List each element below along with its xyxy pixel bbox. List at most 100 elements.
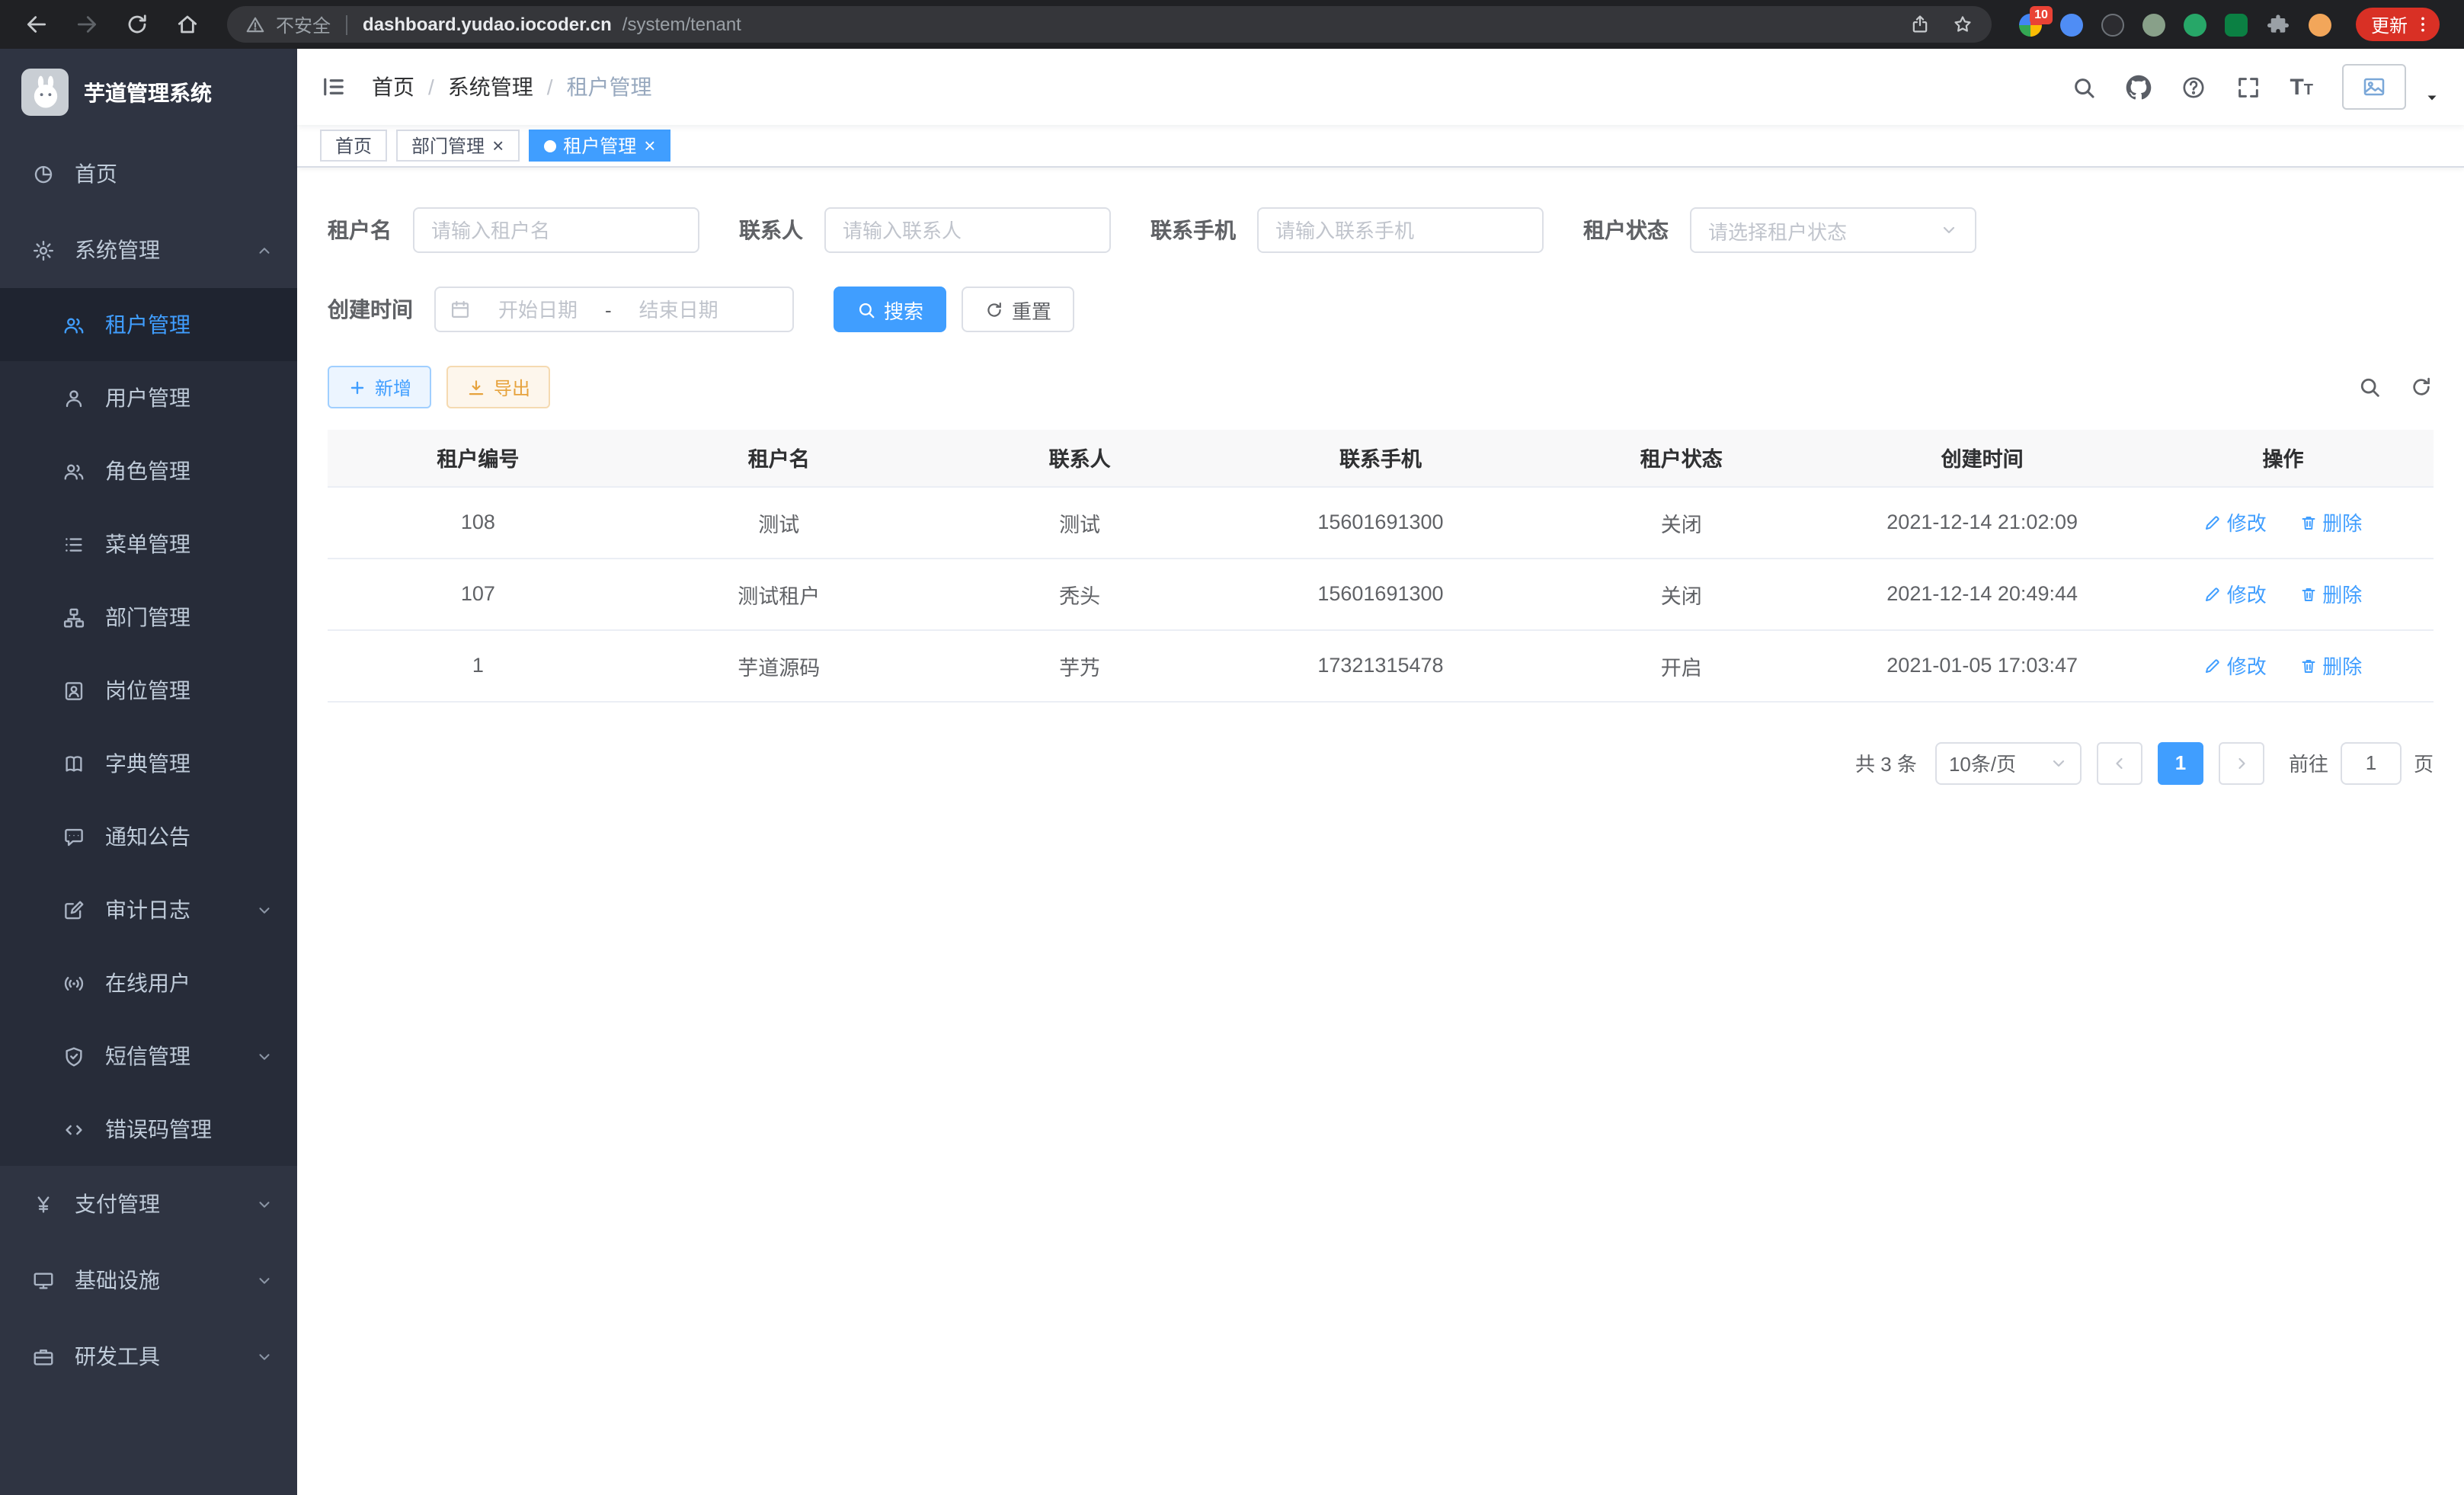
table-header-row: 租户编号 租户名 联系人 联系手机 租户状态 创建时间 操作 (328, 430, 2434, 486)
col-tenant-id: 租户编号 (328, 430, 629, 486)
top-navbar: 首页 / 系统管理 / 租户管理 TT (297, 49, 2464, 125)
search-icon[interactable] (2070, 74, 2096, 100)
tab-tenant[interactable]: 租户管理 × (528, 130, 670, 162)
badge-icon (62, 679, 85, 702)
sidebar-item-role[interactable]: 角色管理 (0, 434, 297, 507)
browser-home-icon[interactable] (175, 12, 200, 37)
security-warning-icon[interactable] (245, 14, 265, 34)
page-number-button[interactable]: 1 (2158, 741, 2203, 784)
cell-contact: 秃头 (930, 558, 1230, 629)
delete-row-button[interactable]: 删除 (2299, 579, 2362, 608)
user-avatar[interactable] (2342, 64, 2406, 110)
extension-icon-2[interactable] (2060, 13, 2083, 36)
filter-tenant-name: 租户名 (328, 207, 699, 253)
tenant-name-input[interactable] (413, 207, 699, 253)
sidebar-item-tenant[interactable]: 租户管理 (0, 288, 297, 361)
goto-page-input[interactable] (2341, 741, 2402, 784)
date-start-input[interactable] (480, 298, 596, 321)
sidebar-item-infra[interactable]: 基础设施 (0, 1242, 297, 1318)
tab-home[interactable]: 首页 (320, 130, 387, 162)
sidebar-item-payment[interactable]: 支付管理 (0, 1166, 297, 1242)
sidebar-item-devtools[interactable]: 研发工具 (0, 1318, 297, 1394)
browser-reload-icon[interactable] (125, 12, 149, 37)
sidebar-item-label: 角色管理 (105, 456, 190, 486)
toggle-search-icon[interactable] (2357, 375, 2382, 399)
sidebar-collapse-icon[interactable] (320, 73, 347, 101)
date-separator: - (605, 298, 612, 321)
sidebar-item-sms[interactable]: 短信管理 (0, 1020, 297, 1093)
extension-icon-4[interactable] (2142, 13, 2165, 36)
breadcrumb-home[interactable]: 首页 (372, 72, 414, 102)
breadcrumb-system[interactable]: 系统管理 (448, 72, 533, 102)
sidebar-item-label: 首页 (75, 158, 117, 189)
shield-icon (62, 1045, 85, 1068)
search-button-label: 搜索 (884, 295, 923, 324)
dashboard-icon (32, 162, 55, 185)
avatar-caret-down-icon[interactable] (2423, 88, 2441, 107)
sidebar-item-label: 短信管理 (105, 1041, 190, 1071)
export-button[interactable]: 导出 (446, 366, 550, 408)
extension-icon-1[interactable]: 10 (2019, 13, 2042, 36)
sidebar-item-user[interactable]: 用户管理 (0, 361, 297, 434)
sidebar-item-post[interactable]: 岗位管理 (0, 654, 297, 727)
phone-input[interactable] (1257, 207, 1544, 253)
delete-row-button[interactable]: 删除 (2299, 507, 2362, 536)
tab-close-icon[interactable]: × (644, 136, 655, 155)
extension-icon-5[interactable] (2184, 13, 2206, 36)
sidebar-item-menu[interactable]: 菜单管理 (0, 507, 297, 581)
chrome-update-button[interactable]: 更新 (2356, 8, 2440, 41)
status-select[interactable]: 请选择租户状态 (1690, 207, 1976, 253)
bookmark-star-icon[interactable] (1952, 14, 1973, 35)
export-button-label: 导出 (494, 374, 530, 400)
add-button[interactable]: 新增 (328, 366, 431, 408)
sidebar-item-label: 审计日志 (105, 895, 190, 925)
prev-page-button[interactable] (2097, 741, 2142, 784)
browser-menu-dots-icon[interactable] (2412, 14, 2434, 35)
sidebar-item-dept[interactable]: 部门管理 (0, 581, 297, 654)
browser-forward-icon[interactable] (75, 12, 99, 37)
sidebar-item-label: 错误码管理 (105, 1114, 212, 1144)
sidebar-item-home[interactable]: 首页 (0, 136, 297, 212)
fullscreen-icon[interactable] (2235, 74, 2261, 100)
extension-icon-3[interactable] (2101, 13, 2124, 36)
sidebar-item-auditlog[interactable]: 审计日志 (0, 873, 297, 946)
date-range-picker[interactable]: - (434, 287, 794, 332)
app-logo[interactable]: 芋道管理系统 (0, 49, 297, 136)
chevron-down-icon (2050, 754, 2068, 772)
tab-dept[interactable]: 部门管理 × (396, 130, 519, 162)
next-page-button[interactable] (2219, 741, 2264, 784)
sidebar-item-notice[interactable]: 通知公告 (0, 800, 297, 873)
search-button[interactable]: 搜索 (834, 287, 946, 332)
edit-row-button[interactable]: 修改 (2204, 507, 2267, 536)
contact-input[interactable] (824, 207, 1111, 253)
date-end-input[interactable] (621, 298, 737, 321)
address-bar[interactable]: 不安全 dashboard.yudao.iocoder.cn /system/t… (227, 6, 1992, 43)
cell-phone: 15601691300 (1230, 486, 1531, 558)
browser-profile-button[interactable] (2309, 13, 2331, 36)
delete-row-button[interactable]: 删除 (2299, 651, 2362, 680)
extensions-menu-button[interactable] (2266, 12, 2290, 37)
font-size-icon[interactable]: TT (2290, 75, 2313, 98)
share-icon[interactable] (1909, 14, 1931, 35)
sidebar-item-system[interactable]: 系统管理 (0, 212, 297, 288)
tab-label: 部门管理 (411, 133, 485, 158)
sidebar-item-online[interactable]: 在线用户 (0, 946, 297, 1020)
sidebar-item-errorcode[interactable]: 错误码管理 (0, 1093, 297, 1166)
cell-created: 2021-01-05 17:03:47 (1832, 629, 2133, 701)
tab-close-icon[interactable]: × (492, 136, 504, 155)
cell-created: 2021-12-14 21:02:09 (1832, 486, 2133, 558)
edit-row-button[interactable]: 修改 (2204, 579, 2267, 608)
chevron-right-icon (2232, 754, 2251, 772)
update-label: 更新 (2371, 11, 2408, 37)
browser-back-icon[interactable] (24, 12, 49, 37)
page-size-select[interactable]: 10条/页 (1935, 741, 2082, 784)
chevron-left-icon (2110, 754, 2129, 772)
help-icon[interactable] (2180, 74, 2206, 100)
logo-image (21, 69, 69, 116)
sidebar-item-dict[interactable]: 字典管理 (0, 727, 297, 800)
reset-button[interactable]: 重置 (962, 287, 1074, 332)
edit-row-button[interactable]: 修改 (2204, 651, 2267, 680)
refresh-table-icon[interactable] (2409, 375, 2434, 399)
github-icon[interactable] (2125, 74, 2151, 100)
extension-icon-6[interactable] (2225, 13, 2248, 36)
